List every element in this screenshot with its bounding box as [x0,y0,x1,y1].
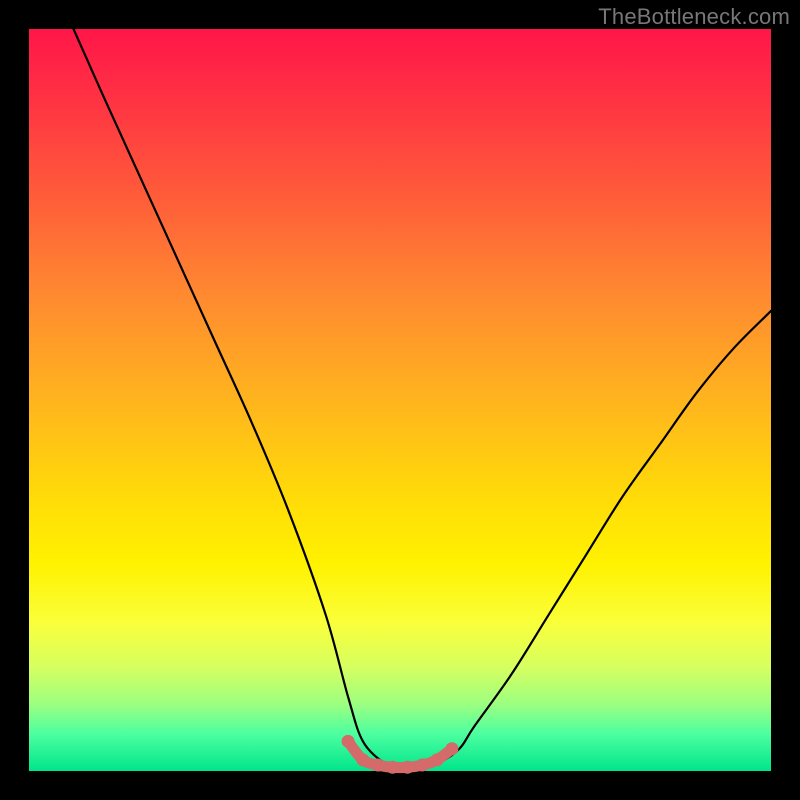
highlight-dot [416,759,429,772]
highlight-dot [342,735,355,748]
highlight-dot [445,742,458,755]
curve-svg [29,29,771,771]
highlight-dot [356,753,369,766]
watermark-text: TheBottleneck.com [598,4,790,30]
bottleneck-curve-path [74,29,771,768]
highlight-dot [386,761,399,774]
highlight-dot [371,759,384,772]
chart-frame: TheBottleneck.com [0,0,800,800]
highlight-dot [401,761,414,774]
plot-area [29,29,771,771]
highlight-dot [431,753,444,766]
